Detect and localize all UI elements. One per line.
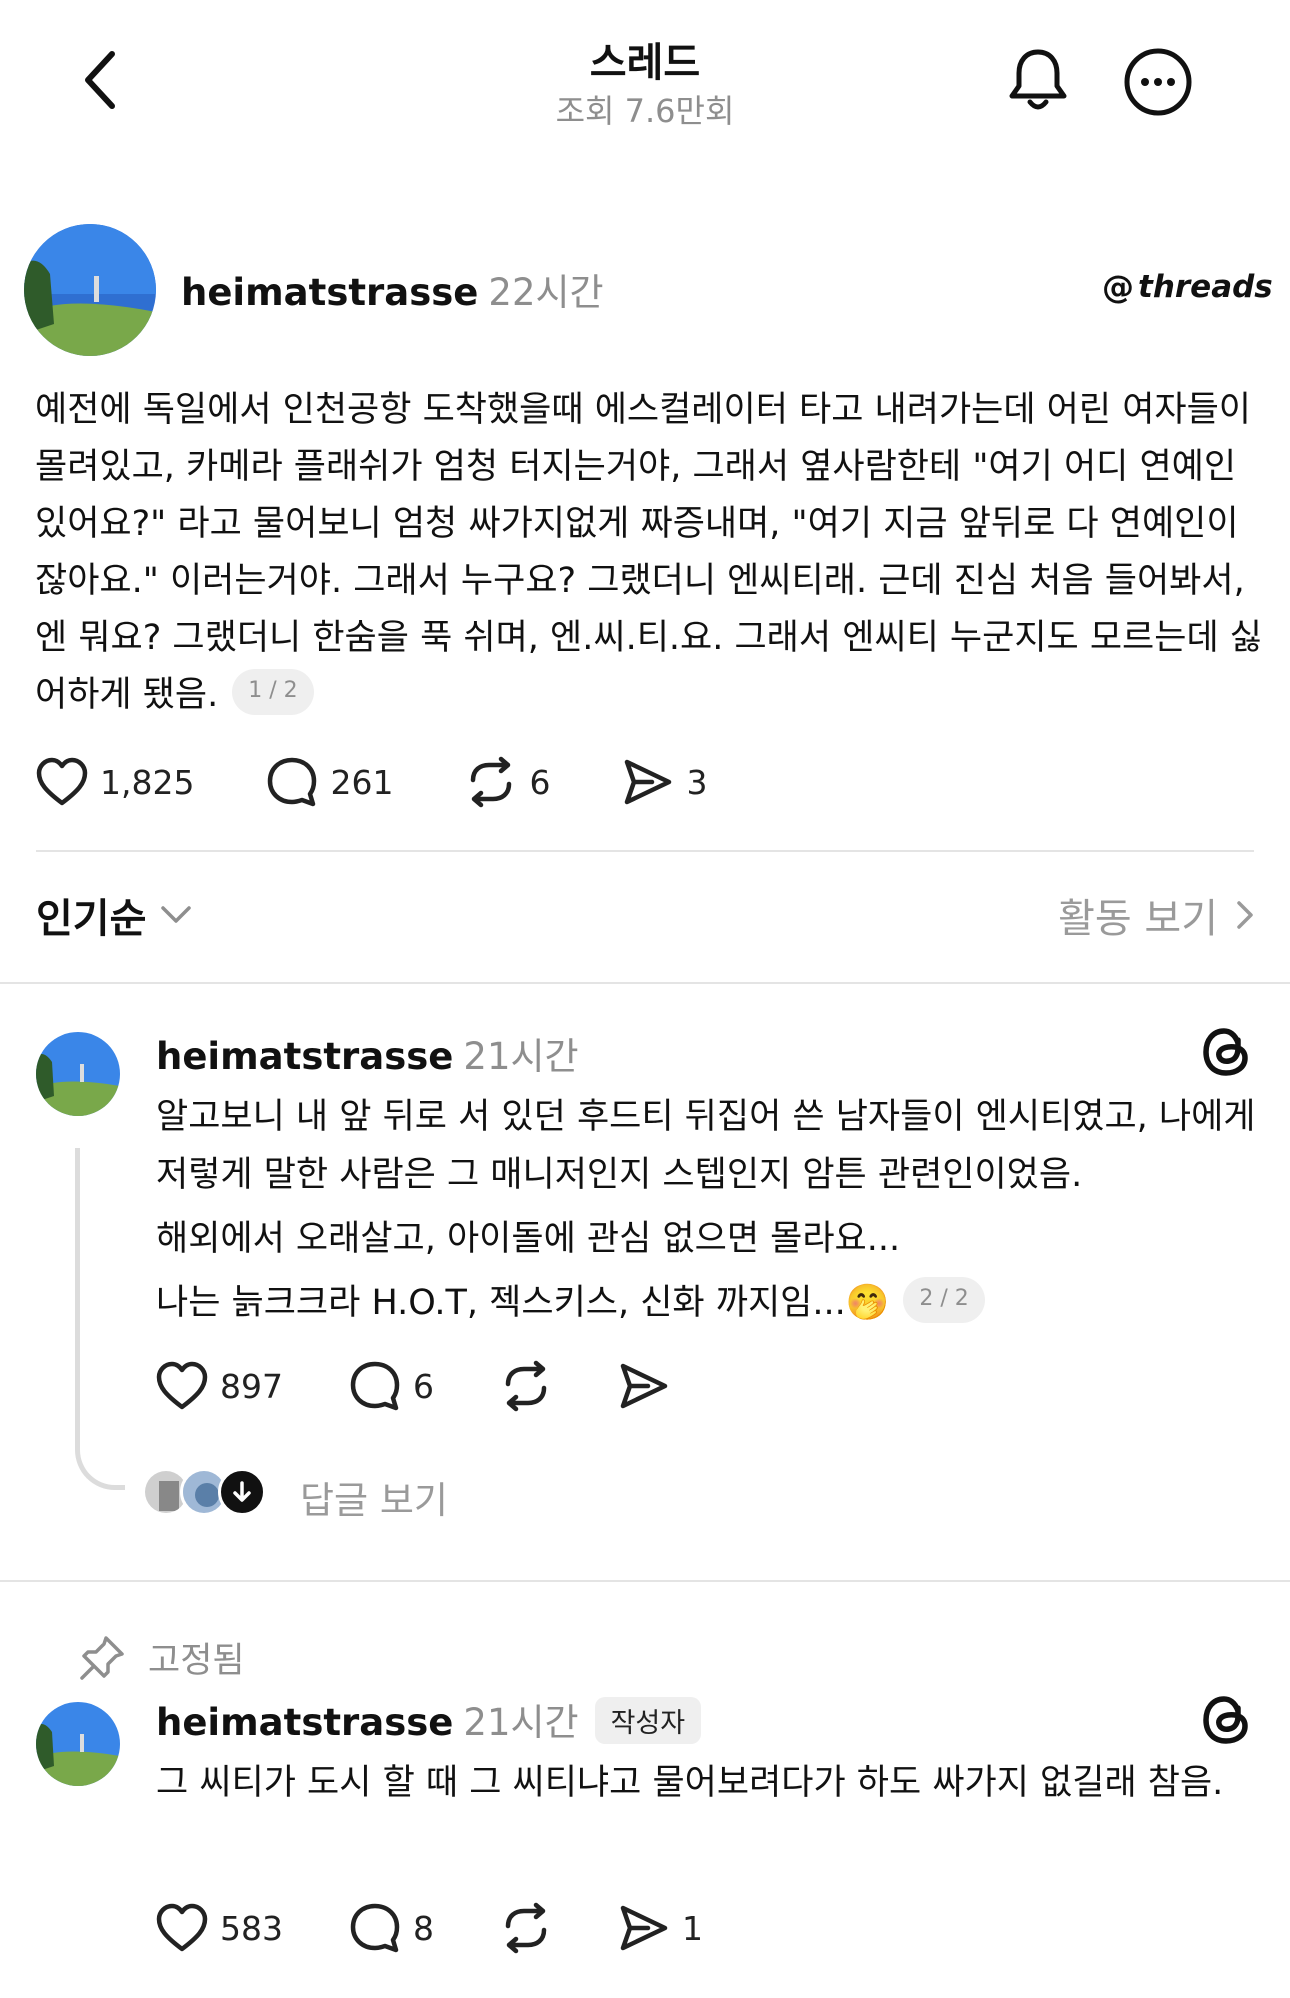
pinned-label: 고정됨	[148, 1641, 245, 1681]
view-activity-link[interactable]: 활동 보기	[1058, 886, 1254, 944]
threads-logo: @ threads	[1102, 268, 1273, 306]
reply-author[interactable]: heimatstrasse 21시간 작성자	[156, 1692, 702, 1748]
replier-avatars[interactable]	[142, 1468, 266, 1518]
post-text: 예전에 독일에서 인천공항 도착했을때 에스컬레이터 타고 내려가는데 어린 여…	[35, 390, 1262, 715]
avatar[interactable]	[24, 224, 156, 356]
heart-icon	[156, 1903, 208, 1952]
threads-wordmark: threads	[1138, 269, 1273, 305]
arrow-down-icon	[233, 1481, 251, 1502]
emoji: 🤭	[845, 1283, 890, 1323]
reply-text: 그 씨티가 도시 할 때 그 씨티냐고 물어보려다가 하도 싸가지 없길래 참음…	[156, 1763, 1224, 1803]
avatar	[218, 1468, 266, 1516]
activity-label: 활동 보기	[1058, 896, 1218, 942]
repost-icon	[471, 756, 512, 808]
pin-icon	[80, 1635, 124, 1680]
reply-paragraph-text: 나는 늙크크라 H.O.T, 젝스키스, 신화 까지임...	[156, 1283, 846, 1323]
reply-paragraph: 해외에서 오래살고, 아이돌에 관심 없으면 몰라요...	[156, 1219, 901, 1259]
share-count: 1	[682, 1908, 703, 1948]
threads-icon[interactable]	[1198, 1024, 1254, 1080]
section-divider	[0, 982, 1290, 984]
share-button[interactable]: 3	[622, 757, 707, 807]
repost-button[interactable]	[500, 1360, 552, 1412]
chevron-right-icon	[1237, 901, 1253, 929]
sort-dropdown[interactable]: 인기순	[36, 886, 192, 944]
view-count: 조회 7.6만회	[555, 92, 735, 130]
reply-paragraph: 나는 늙크크라 H.O.T, 젝스키스, 신화 까지임...🤭 2 / 2	[156, 1274, 1256, 1332]
send-icon	[620, 1905, 668, 1951]
like-button[interactable]: 1,825	[36, 757, 194, 807]
threads-icon[interactable]	[1198, 1692, 1254, 1748]
like-button[interactable]: 897	[156, 1361, 283, 1411]
repost-icon	[505, 1902, 547, 1954]
comment-count: 6	[413, 1366, 434, 1406]
avatar[interactable]	[36, 1032, 120, 1116]
reply-actions: 897 6	[156, 1356, 736, 1416]
like-count: 1,825	[100, 762, 195, 802]
header: 스레드 조회 7.6만회	[0, 0, 1290, 150]
send-icon	[620, 1363, 668, 1409]
reply-body: 그 씨티가 도시 할 때 그 씨티냐고 물어보려다가 하도 싸가지 없길래 참음…	[156, 1754, 1256, 1812]
section-divider	[0, 1580, 1290, 1582]
chevron-down-icon	[161, 906, 192, 923]
like-count: 583	[220, 1908, 283, 1948]
comment-icon	[268, 757, 317, 807]
repost-button[interactable]: 6	[465, 756, 550, 808]
send-icon	[625, 759, 672, 805]
post-body: 예전에 독일에서 인천공항 도착했을때 에스컬레이터 타고 내려가는데 어린 여…	[35, 382, 1265, 724]
reply-actions: 583 8 1	[156, 1898, 769, 1958]
thread-line	[75, 1148, 125, 1490]
page-indicator: 2 / 2	[903, 1277, 985, 1323]
repost-icon	[505, 1360, 547, 1412]
reply-author[interactable]: heimatstrasse 21시간	[156, 1026, 579, 1080]
page-title: 스레드	[589, 40, 701, 86]
more-icon	[1124, 48, 1192, 116]
heart-icon	[36, 757, 88, 806]
avatar[interactable]	[36, 1702, 120, 1786]
threads-icon: @	[1102, 268, 1134, 306]
view-replies-link[interactable]: 답글 보기	[300, 1470, 448, 1524]
repost-count: 6	[529, 762, 551, 802]
reply-paragraph: 알고보니 내 앞 뒤로 서 있던 후드티 뒤집어 쓴 남자들이 엔시티였고, 나…	[156, 1097, 1256, 1195]
post-time: 22시간	[488, 271, 604, 314]
comment-count: 261	[330, 762, 394, 802]
repost-button[interactable]	[500, 1902, 552, 1954]
comment-count: 8	[413, 1908, 434, 1948]
username[interactable]: heimatstrasse	[156, 1035, 453, 1078]
reply-time: 21시간	[463, 1701, 579, 1744]
pinned-indicator: 고정됨	[78, 1632, 245, 1683]
like-button[interactable]: 583	[156, 1903, 283, 1953]
post-actions: 1,825 261 6 3	[36, 752, 779, 812]
share-button[interactable]: 1	[618, 1903, 703, 1953]
comment-button[interactable]: 6	[349, 1360, 434, 1412]
username[interactable]: heimatstrasse	[181, 271, 478, 314]
comment-button[interactable]: 261	[266, 756, 393, 808]
page-indicator: 1 / 2	[232, 669, 314, 715]
notification-button[interactable]	[1002, 44, 1074, 116]
comment-icon	[350, 1361, 400, 1411]
heart-icon	[156, 1361, 208, 1410]
share-count: 3	[686, 762, 708, 802]
comment-icon	[350, 1903, 400, 1953]
divider	[36, 850, 1254, 852]
reply-body: 알고보니 내 앞 뒤로 서 있던 후드티 뒤집어 쓴 남자들이 엔시티였고, 나…	[156, 1088, 1256, 1332]
like-count: 897	[220, 1366, 283, 1406]
more-options-button[interactable]	[1122, 46, 1194, 118]
author-badge: 작성자	[594, 1697, 702, 1744]
post-author[interactable]: heimatstrasse 22시간	[181, 262, 604, 316]
comment-button[interactable]: 8	[349, 1902, 434, 1954]
sort-label: 인기순	[36, 896, 147, 942]
bell-icon	[1009, 49, 1067, 110]
share-button[interactable]	[618, 1361, 670, 1411]
reply-time: 21시간	[463, 1035, 579, 1078]
threads-post-screen: 스레드 조회 7.6만회 heimatstrasse 22시간 @ thread…	[0, 0, 1290, 1998]
username[interactable]: heimatstrasse	[156, 1701, 453, 1744]
